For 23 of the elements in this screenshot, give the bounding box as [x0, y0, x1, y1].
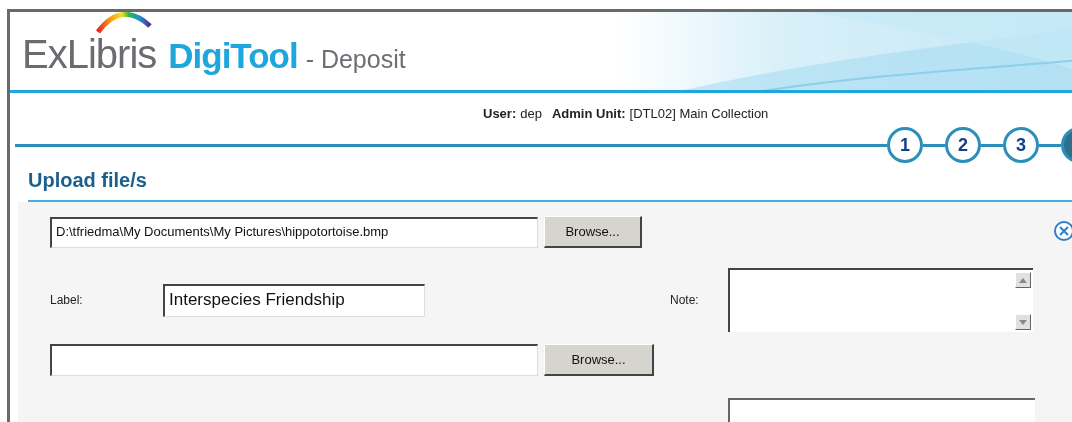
note-caption: Note: [670, 293, 700, 307]
scroll-up-icon[interactable] [1015, 272, 1031, 288]
close-icon[interactable] [1053, 220, 1072, 242]
label-field[interactable]: Interspecies Friendship [163, 283, 425, 317]
note-field[interactable] [728, 398, 1035, 422]
user-caption: User: [483, 106, 517, 121]
rainbow-arc-icon [94, 12, 154, 34]
product-name: DigiTool [168, 36, 298, 76]
page-name: - Deposit [305, 45, 406, 74]
file-path-field[interactable]: D:\tfriedma\My Documents\My Pictures\hippotortoise.bmp [50, 216, 538, 248]
step-indicator: 3 [1003, 127, 1039, 163]
step-indicator: 2 [945, 127, 981, 163]
note-field[interactable] [728, 268, 1033, 332]
label-caption: Label: [50, 293, 84, 307]
admin-unit-caption: Admin Unit: [551, 106, 626, 121]
scroll-down-icon[interactable] [1015, 314, 1031, 330]
step-indicator: 1 [887, 127, 923, 163]
file-path-field[interactable] [50, 344, 538, 376]
browse-button[interactable]: Browse... [544, 344, 654, 376]
brand-logo: ExLibris [22, 32, 157, 77]
admin-unit: [DTL02] Main Collection [629, 106, 769, 121]
user-name: dep [520, 106, 542, 121]
browse-button[interactable]: Browse... [544, 216, 642, 248]
